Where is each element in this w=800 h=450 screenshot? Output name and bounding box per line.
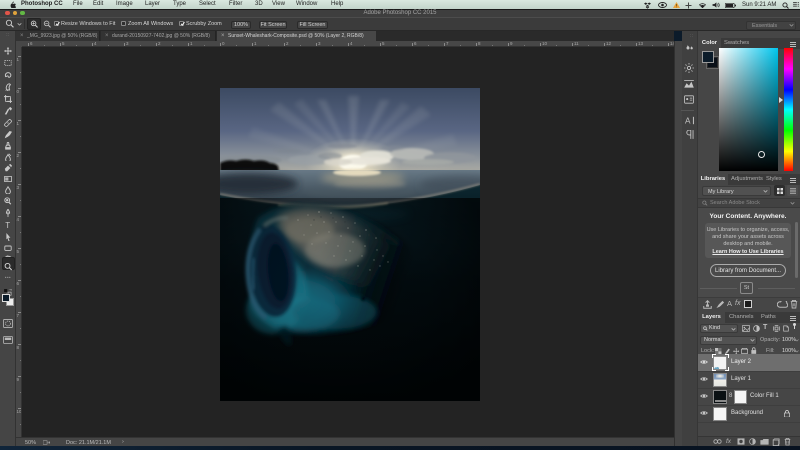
svg-text:A: A: [685, 116, 691, 125]
